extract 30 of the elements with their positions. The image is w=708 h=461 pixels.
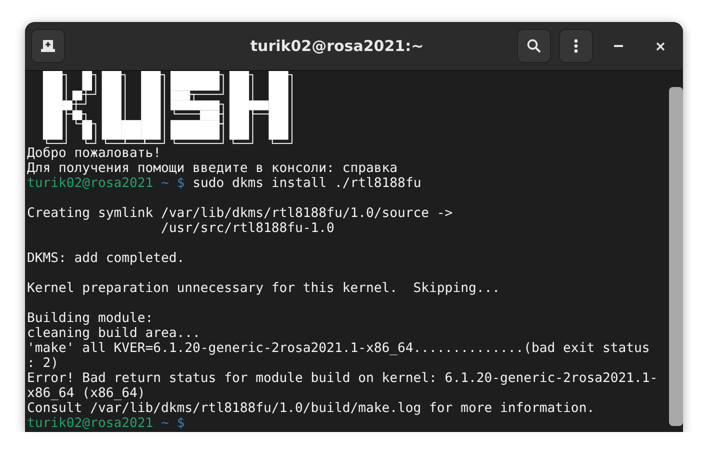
terminal-output-line: Building module: (27, 311, 154, 326)
prompt-path: ~ (161, 416, 169, 431)
close-icon (656, 42, 664, 50)
prompt-user: turik02@rosa2021 (27, 416, 154, 431)
terminal-output-line: Error! Bad return status for module build on kernel: 6.1.20-generic-2rosa2021.1- (27, 371, 658, 386)
terminal-output-line: Consult /var/lib/dkms/rtl8188fu/1.0/build/make.log for more information. (27, 401, 595, 416)
terminal-output-line: Добро пожаловать! (27, 146, 162, 161)
terminal-output-line: x86_64 (x86_64) (27, 386, 146, 401)
command-text: sudo dkms install ./rtl8188fu (192, 176, 422, 191)
prompt-path: ~ (161, 176, 169, 191)
terminal-output-line: DKMS: add completed. (27, 251, 185, 266)
terminal-output-line: Kernel preparation unnecessary for this kernel. Skipping... (27, 281, 500, 296)
new-tab-icon (41, 40, 55, 52)
window-title: turik02@rosa2021:~ (249, 37, 425, 55)
prompt-symbol: $ (176, 416, 185, 431)
terminal-output-line: cleaning build area... (27, 326, 200, 341)
prompt-user: turik02@rosa2021 (27, 176, 154, 191)
terminal-output-line: : 2) (27, 356, 59, 371)
minimize-icon (614, 45, 622, 47)
prompt-symbol: $ (176, 176, 185, 191)
search-icon (527, 39, 541, 53)
terminal-output-line: 'make' all KVER=6.1.20-generic-2rosa2021.1-x86_64..............(bad exit status (27, 341, 650, 356)
search-button[interactable] (517, 29, 551, 63)
menu-icon (574, 39, 578, 53)
new-tab-button[interactable] (31, 29, 65, 63)
menu-button[interactable] (559, 29, 593, 63)
terminal-output-line: Для получения помощи введите в консоли: справка (27, 161, 398, 176)
terminal-output-line: /usr/src/rtl8188fu-1.0 (160, 221, 334, 236)
terminal-output-line: Creating symlink /var/lib/dkms/rtl8188fu/1.0/source -> (27, 206, 453, 221)
scrollbar-thumb[interactable] (669, 87, 683, 426)
